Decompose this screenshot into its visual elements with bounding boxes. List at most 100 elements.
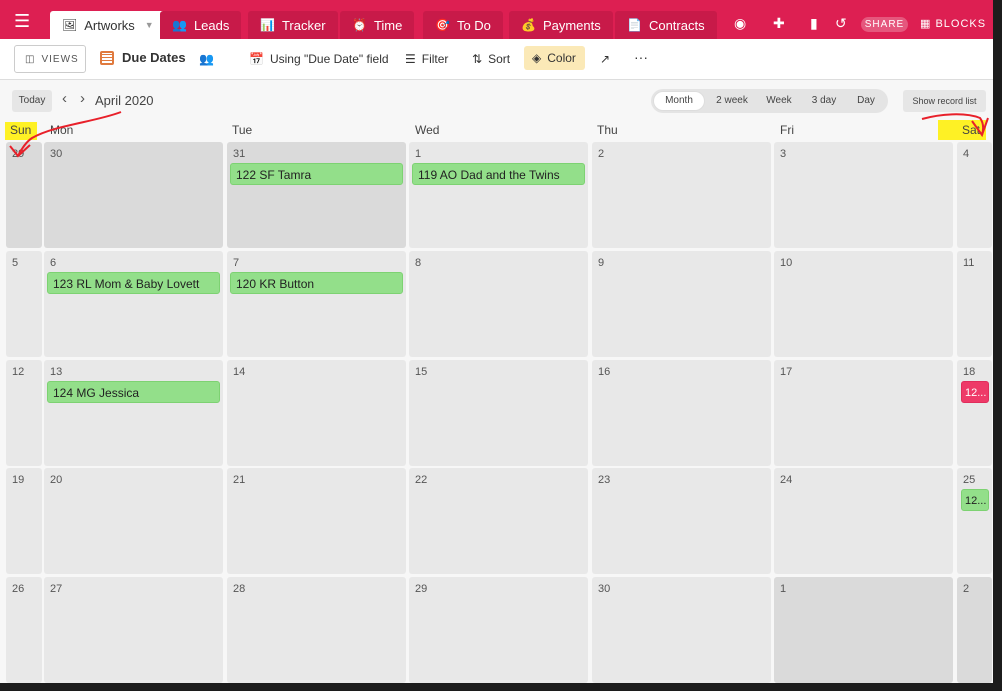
tab-payments[interactable]: 💰 Payments <box>509 11 613 39</box>
calendar-day-cell[interactable]: 24 <box>774 468 953 574</box>
filter-button[interactable]: ☰ Filter <box>405 52 448 66</box>
day-number: 20 <box>50 474 63 486</box>
calendar-event[interactable]: 123 RL Mom & Baby Lovett <box>47 272 220 294</box>
calendar-day-cell[interactable]: 10 <box>774 251 953 357</box>
calendar-day-cell[interactable]: 29 <box>6 142 42 248</box>
calendar-day-cell[interactable]: 21 <box>227 468 406 574</box>
people-icon[interactable]: 👥 <box>199 52 214 66</box>
color-button[interactable]: ◈ Color <box>524 46 585 70</box>
paint-bucket-icon: ◈ <box>532 51 542 65</box>
views-button[interactable]: ◫ VIEWS <box>14 45 86 73</box>
calendar-day-cell[interactable]: 6 123 RL Mom & Baby Lovett <box>44 251 223 357</box>
share-view-button[interactable]: ↗ <box>600 52 610 66</box>
day-name-thu: Thu <box>597 123 618 137</box>
share-button[interactable]: SHARE <box>861 17 908 32</box>
calendar-event[interactable]: 124 MG Jessica <box>47 381 220 403</box>
day-number: 10 <box>780 257 793 269</box>
day-number: 1 <box>415 148 422 160</box>
day-name-wed: Wed <box>415 123 440 137</box>
calendar-day-cell[interactable]: 29 <box>409 577 588 683</box>
tab-contracts[interactable]: 📄 Contracts <box>615 11 717 39</box>
blocks-icon: ▦ <box>920 18 932 30</box>
sort-icon: ⇅ <box>472 52 483 66</box>
chevron-down-icon[interactable]: ▼ <box>145 20 154 30</box>
calendar-day-cell[interactable]: 25 12... <box>957 468 992 574</box>
trash-icon[interactable]: ▮ <box>810 16 818 30</box>
calendar-event[interactable]: 120 KR Button <box>230 272 403 294</box>
calendar-day-cell[interactable]: 1 <box>774 577 953 683</box>
chevron-left-icon[interactable]: ‹ <box>62 91 67 107</box>
calendar-day-cell[interactable]: 12 <box>6 360 42 466</box>
add-table-icon[interactable]: ✚ <box>773 16 785 30</box>
calendar-event[interactable]: 12... <box>961 489 989 511</box>
calendar-day-cell[interactable]: 15 <box>409 360 588 466</box>
calendar-day-cell[interactable]: 14 <box>227 360 406 466</box>
calendar-day-cell[interactable]: 2 <box>957 577 992 683</box>
day-number: 27 <box>50 583 63 595</box>
calendar-day-cell[interactable]: 2 <box>592 142 771 248</box>
tab-time[interactable]: ⏰ Time <box>340 11 415 39</box>
calendar-icon: 📅 <box>249 52 264 66</box>
range-week[interactable]: Week <box>761 93 797 109</box>
base-tab-bar: ☰ 🖼 Artworks ▼ 👥 Leads 📊 Tracker ⏰ Time … <box>0 0 993 39</box>
calendar-day-cell[interactable]: 11 <box>957 251 992 357</box>
calendar-event[interactable]: 12... <box>961 381 989 403</box>
calendar-day-cell[interactable]: 7 120 KR Button <box>227 251 406 357</box>
view-name-label: Due Dates <box>122 50 186 65</box>
tab-tracker[interactable]: 📊 Tracker <box>248 11 338 39</box>
calendar-day-cell[interactable]: 5 <box>6 251 42 357</box>
calendar-day-cell[interactable]: 4 <box>957 142 992 248</box>
history-icon[interactable]: ↺ <box>835 16 847 30</box>
calendar-day-cell[interactable]: 16 <box>592 360 771 466</box>
date-field-button[interactable]: 📅 Using "Due Date" field <box>249 52 389 66</box>
calendar-day-cell[interactable]: 23 <box>592 468 771 574</box>
sort-button[interactable]: ⇅ Sort <box>472 52 510 66</box>
range-day[interactable]: Day <box>851 93 881 109</box>
range-2-week[interactable]: 2 week <box>709 93 755 109</box>
calendar-day-cell[interactable]: 31 122 SF Tamra <box>227 142 406 248</box>
tab-to-do[interactable]: 🎯 To Do <box>423 11 503 39</box>
calendar-day-cell[interactable]: 13 124 MG Jessica <box>44 360 223 466</box>
chevron-right-icon[interactable]: › <box>80 91 85 107</box>
day-number: 4 <box>963 148 970 160</box>
calendar-day-cell[interactable]: 18 12... <box>957 360 992 466</box>
calendar-day-cell[interactable]: 26 <box>6 577 42 683</box>
day-number: 8 <box>415 257 422 269</box>
view-name-button[interactable]: Due Dates <box>100 50 186 65</box>
blocks-label: BLOCKS <box>935 18 987 30</box>
calendar-view-icon <box>100 50 114 65</box>
calendar-day-cell[interactable]: 27 <box>44 577 223 683</box>
calendar-day-cell[interactable]: 22 <box>409 468 588 574</box>
day-number: 15 <box>415 366 428 378</box>
calendar-day-cell[interactable]: 8 <box>409 251 588 357</box>
show-record-list-button[interactable]: Show record list <box>903 90 986 112</box>
blocks-button[interactable]: ▦ BLOCKS <box>920 17 986 32</box>
range-3-day[interactable]: 3 day <box>805 93 843 109</box>
calendar-event[interactable]: 119 AO Dad and the Twins <box>412 163 585 185</box>
more-tabs-icon[interactable]: ◉ <box>734 16 746 30</box>
tab-artworks[interactable]: 🖼 Artworks ▼ <box>50 11 166 39</box>
calendar-day-cell[interactable]: 1 119 AO Dad and the Twins <box>409 142 588 248</box>
calendar-day-cell[interactable]: 17 <box>774 360 953 466</box>
calendar-day-cell[interactable]: 9 <box>592 251 771 357</box>
calendar-header: Today ‹ › April 2020 Month 2 week Week 3… <box>0 80 993 120</box>
today-button[interactable]: Today <box>12 90 52 112</box>
chart-icon: 📊 <box>260 18 275 32</box>
day-name-sun: Sun <box>10 123 32 137</box>
calendar-day-cell[interactable]: 30 <box>44 142 223 248</box>
calendar-day-cell[interactable]: 19 <box>6 468 42 574</box>
calendar-day-cell[interactable]: 3 <box>774 142 953 248</box>
calendar-day-cell[interactable]: 20 <box>44 468 223 574</box>
day-number: 30 <box>598 583 611 595</box>
range-month[interactable]: Month <box>654 92 704 110</box>
calendar-day-cell[interactable]: 28 <box>227 577 406 683</box>
more-options-button[interactable]: ··· <box>634 49 648 65</box>
calendar-event[interactable]: 122 SF Tamra <box>230 163 403 185</box>
tab-leads[interactable]: 👥 Leads <box>160 11 242 39</box>
range-selector: Month 2 week Week 3 day Day <box>651 89 888 113</box>
hamburger-menu-icon[interactable]: ☰ <box>14 12 46 32</box>
external-link-icon: ↗ <box>600 52 611 66</box>
tab-label: Contracts <box>648 17 705 33</box>
day-name-fri: Fri <box>780 123 794 137</box>
calendar-day-cell[interactable]: 30 <box>592 577 771 683</box>
